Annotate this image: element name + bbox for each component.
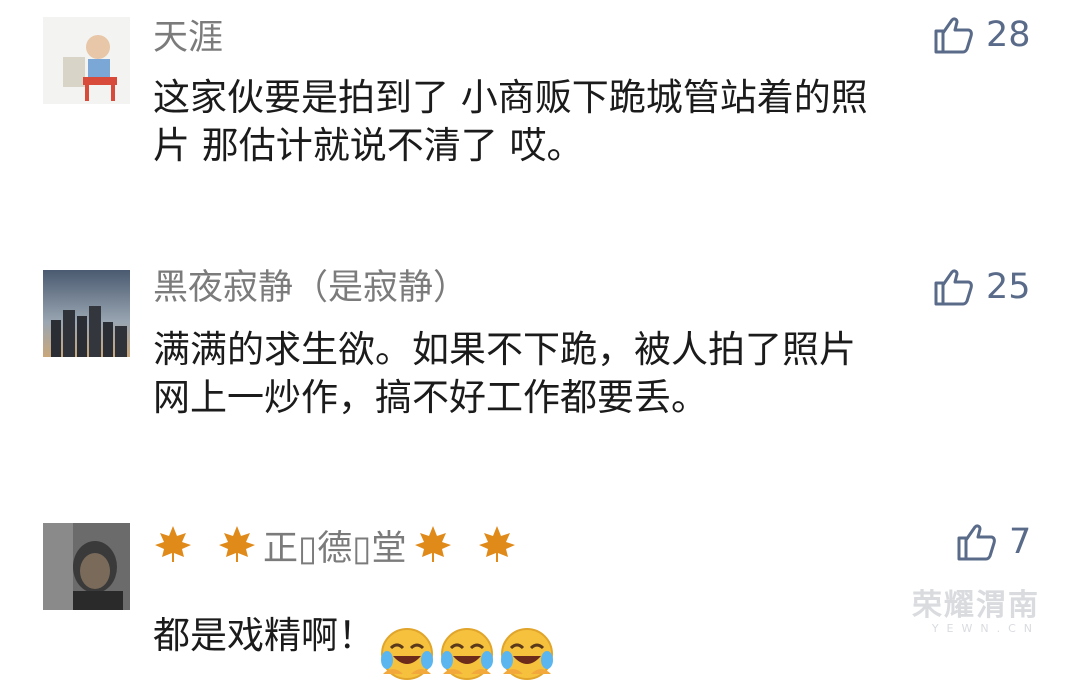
watermark-title: 荣耀渭南 [912, 588, 1040, 623]
comment-text: 这家伙要是拍到了 小商贩下跪城管站着的照 片 那估计就说不清了 哎。 [153, 76, 868, 167]
thumbs-up-icon [932, 266, 974, 308]
comment-text: 都是戏精啊！ [153, 578, 1033, 694]
comment-author[interactable]: 正▯德▯堂 [153, 524, 517, 573]
comment-item: 天涯 这家伙要是拍到了 小商贩下跪城管站着的照 片 那估计就说不清了 哎。 28 [0, 0, 1080, 230]
laughing-crying-emoji [379, 578, 435, 694]
comment-text-body: 都是戏精啊！ [153, 614, 375, 657]
thumbs-up-icon [932, 14, 974, 56]
comment-author-name: 正▯德▯堂 [263, 528, 407, 569]
avatar[interactable] [43, 17, 130, 104]
maple-leaf-icon [413, 524, 453, 573]
like-count: 7 [1009, 522, 1032, 562]
maple-leaf-icon [477, 524, 517, 573]
like-count: 28 [986, 15, 1031, 55]
watermark: 荣耀渭南 YEWN.CN [912, 580, 1040, 635]
comment-author[interactable]: 黑夜寂静（是寂静） [153, 268, 468, 308]
laughing-crying-emoji [499, 578, 555, 694]
thumbs-up-icon [955, 521, 997, 563]
maple-leaf-icon [217, 524, 257, 573]
comment-text: 满满的求生欲。如果不下跪，被人拍了照片 网上一炒作，搞不好工作都要丢。 [153, 328, 856, 419]
avatar[interactable] [43, 523, 130, 610]
like-count: 25 [986, 267, 1031, 307]
comment-author[interactable]: 天涯 [153, 18, 223, 58]
watermark-url: YEWN.CN [931, 622, 1040, 635]
like-button[interactable]: 28 [932, 14, 1031, 56]
avatar[interactable] [43, 270, 130, 357]
like-button[interactable]: 7 [955, 521, 1031, 563]
maple-leaf-icon [153, 524, 193, 573]
like-button[interactable]: 25 [932, 266, 1031, 308]
laughing-crying-emoji [439, 578, 495, 694]
